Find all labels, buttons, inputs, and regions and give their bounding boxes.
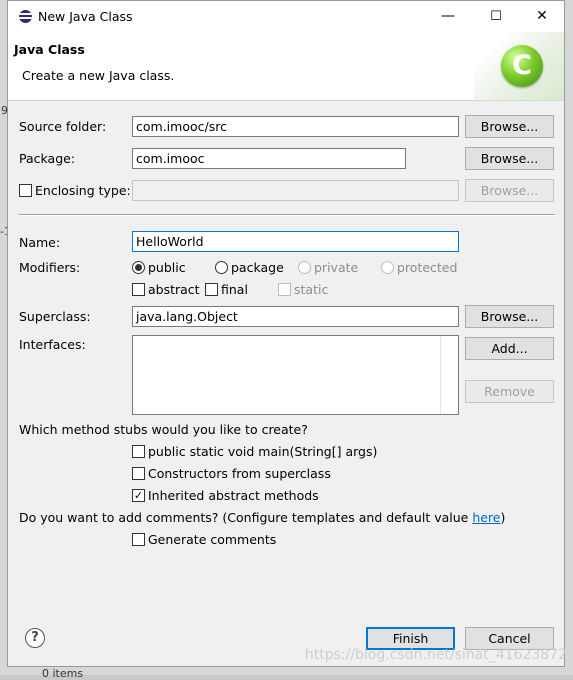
modifier-package-label: package: [231, 260, 284, 275]
constructors-checkbox[interactable]: [132, 467, 145, 480]
package-input[interactable]: com.imooc: [132, 148, 406, 169]
interfaces-list-scrollbar[interactable]: [440, 336, 458, 414]
modifier-private-radio: [298, 261, 311, 274]
maximize-button[interactable]: ☐: [473, 1, 519, 32]
background-status-text: 0 items: [42, 667, 84, 680]
wizard-description: Create a new Java class.: [22, 68, 175, 83]
inherited-methods-checkbox[interactable]: ✓: [132, 489, 145, 502]
modifier-abstract-checkbox[interactable]: [132, 283, 145, 296]
watermark-text: https://blog.csdn.net/sinat_41623872: [304, 647, 567, 663]
interfaces-label: Interfaces:: [19, 337, 86, 352]
method-stubs-question: Which method stubs would you like to cre…: [19, 422, 308, 437]
interfaces-list[interactable]: [132, 335, 459, 415]
modifier-protected-label: protected: [397, 260, 458, 275]
modifier-public-radio[interactable]: [132, 261, 145, 274]
enclosing-type-browse-button: Browse...: [465, 179, 554, 202]
window-title: New Java Class: [38, 9, 133, 24]
name-label: Name:: [19, 235, 61, 250]
source-folder-browse-button[interactable]: Browse...: [465, 115, 554, 138]
add-interface-button[interactable]: Add...: [465, 337, 554, 360]
generate-comments-checkbox[interactable]: [132, 533, 145, 546]
package-label: Package:: [19, 151, 76, 166]
source-folder-label: Source folder:: [19, 119, 107, 134]
enclosing-type-checkbox[interactable]: [19, 184, 32, 197]
modifier-static-checkbox: [278, 283, 291, 296]
wizard-header: Java Class Create a new Java class. C: [8, 32, 564, 101]
superclass-input[interactable]: java.lang.Object: [132, 306, 459, 327]
remove-interface-button: Remove: [465, 380, 554, 403]
package-browse-button[interactable]: Browse...: [465, 147, 554, 170]
close-button[interactable]: ✕: [519, 1, 565, 32]
separator: [19, 214, 555, 216]
help-icon[interactable]: ?: [25, 628, 45, 648]
modifier-private-label: private: [314, 260, 359, 275]
minimize-button[interactable]: —: [425, 1, 471, 32]
superclass-browse-button[interactable]: Browse...: [465, 305, 554, 328]
modifier-package-radio[interactable]: [215, 261, 228, 274]
header-banner-art: C: [474, 32, 564, 100]
wizard-title: Java Class: [14, 42, 85, 57]
inherited-methods-label: Inherited abstract methods: [148, 488, 319, 503]
generate-comments-label: Generate comments: [148, 532, 277, 547]
main-method-label: public static void main(String[] args): [148, 444, 378, 459]
modifier-public-label: public: [148, 260, 186, 275]
enclosing-type-label: Enclosing type:: [35, 183, 131, 198]
comments-question: Do you want to add comments? (Configure …: [19, 510, 506, 525]
java-class-icon: C: [501, 45, 543, 87]
modifier-abstract-label: abstract: [148, 282, 200, 297]
title-bar[interactable]: New Java Class — ☐ ✕: [8, 1, 564, 32]
modifier-protected-radio: [381, 261, 394, 274]
main-method-checkbox[interactable]: [132, 445, 145, 458]
superclass-label: Superclass:: [19, 309, 91, 324]
constructors-label: Constructors from superclass: [148, 466, 331, 481]
modifier-final-checkbox[interactable]: [205, 283, 218, 296]
modifier-final-label: final: [221, 282, 248, 297]
configure-templates-link[interactable]: here: [472, 510, 500, 525]
eclipse-icon: [19, 10, 32, 23]
enclosing-type-input: [132, 180, 459, 201]
modifiers-label: Modifiers:: [19, 260, 81, 275]
class-name-input[interactable]: HelloWorld: [132, 231, 459, 252]
new-java-class-dialog: New Java Class — ☐ ✕ Java Class Create a…: [7, 0, 565, 667]
source-folder-input[interactable]: com.imooc/src: [132, 116, 459, 137]
modifier-static-label: static: [294, 282, 329, 297]
